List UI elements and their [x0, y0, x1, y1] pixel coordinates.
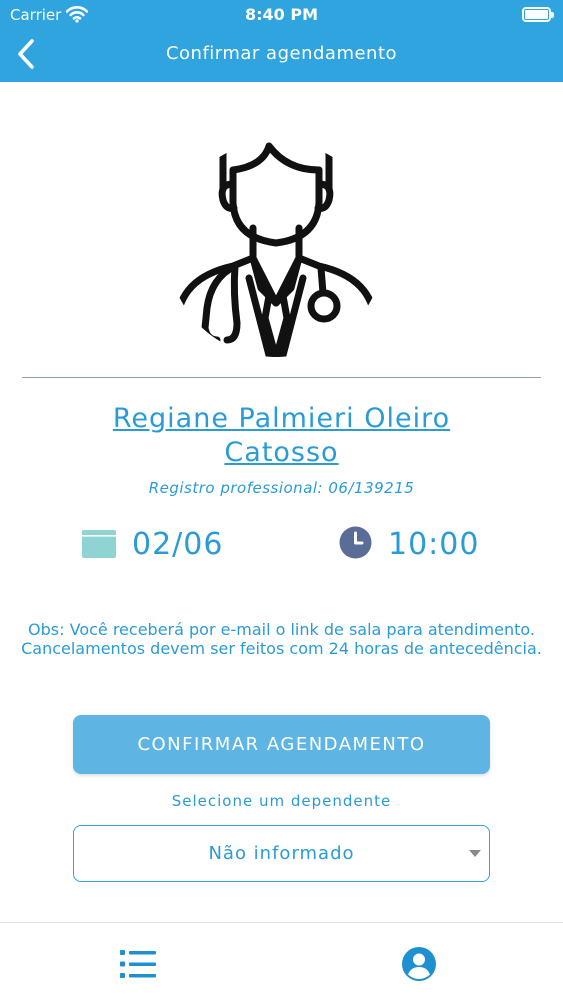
caret-down-icon [469, 850, 481, 857]
registro-text: Registro professional: 06/139215 [0, 479, 563, 497]
tab-bar [0, 922, 563, 1000]
note-text: Obs: Você receberá por e-mail o link de … [21, 620, 542, 658]
doctor-name-link[interactable]: Regiane Palmieri Oleiro Catosso [60, 402, 503, 470]
doctor-name-line2: Catosso [224, 437, 339, 468]
tab-profile[interactable] [401, 946, 437, 982]
list-icon [120, 950, 156, 978]
doctor-name-line1: Regiane Palmieri Oleiro [112, 403, 451, 434]
dependent-label: Selecione um dependente [171, 792, 392, 810]
dependent-selected-value: Não informado [208, 843, 355, 864]
battery-icon [522, 7, 554, 22]
registro-label: Registro professional: [148, 479, 324, 497]
doctor-avatar-icon [171, 118, 381, 363]
appointment-date: 02/06 [132, 527, 224, 562]
status-bar: Carrier 8:40 PM [0, 0, 563, 30]
confirm-appointment-button[interactable]: CONFIRMAR AGENDAMENTO [73, 715, 490, 774]
registro-value: 06/139215 [328, 479, 415, 497]
dependent-select[interactable]: Não informado [73, 825, 490, 882]
clock-icon [339, 526, 372, 559]
status-time: 8:40 PM [244, 5, 318, 24]
user-circle-icon [402, 947, 436, 981]
appointment-time: 10:00 [388, 527, 480, 562]
calendar-icon [82, 530, 116, 558]
page-title: Confirmar agendamento [165, 43, 398, 64]
top-bar: Carrier 8:40 PM Confirmar agendamento [0, 0, 563, 82]
tab-appointments-list[interactable] [120, 948, 156, 980]
divider [22, 377, 541, 378]
